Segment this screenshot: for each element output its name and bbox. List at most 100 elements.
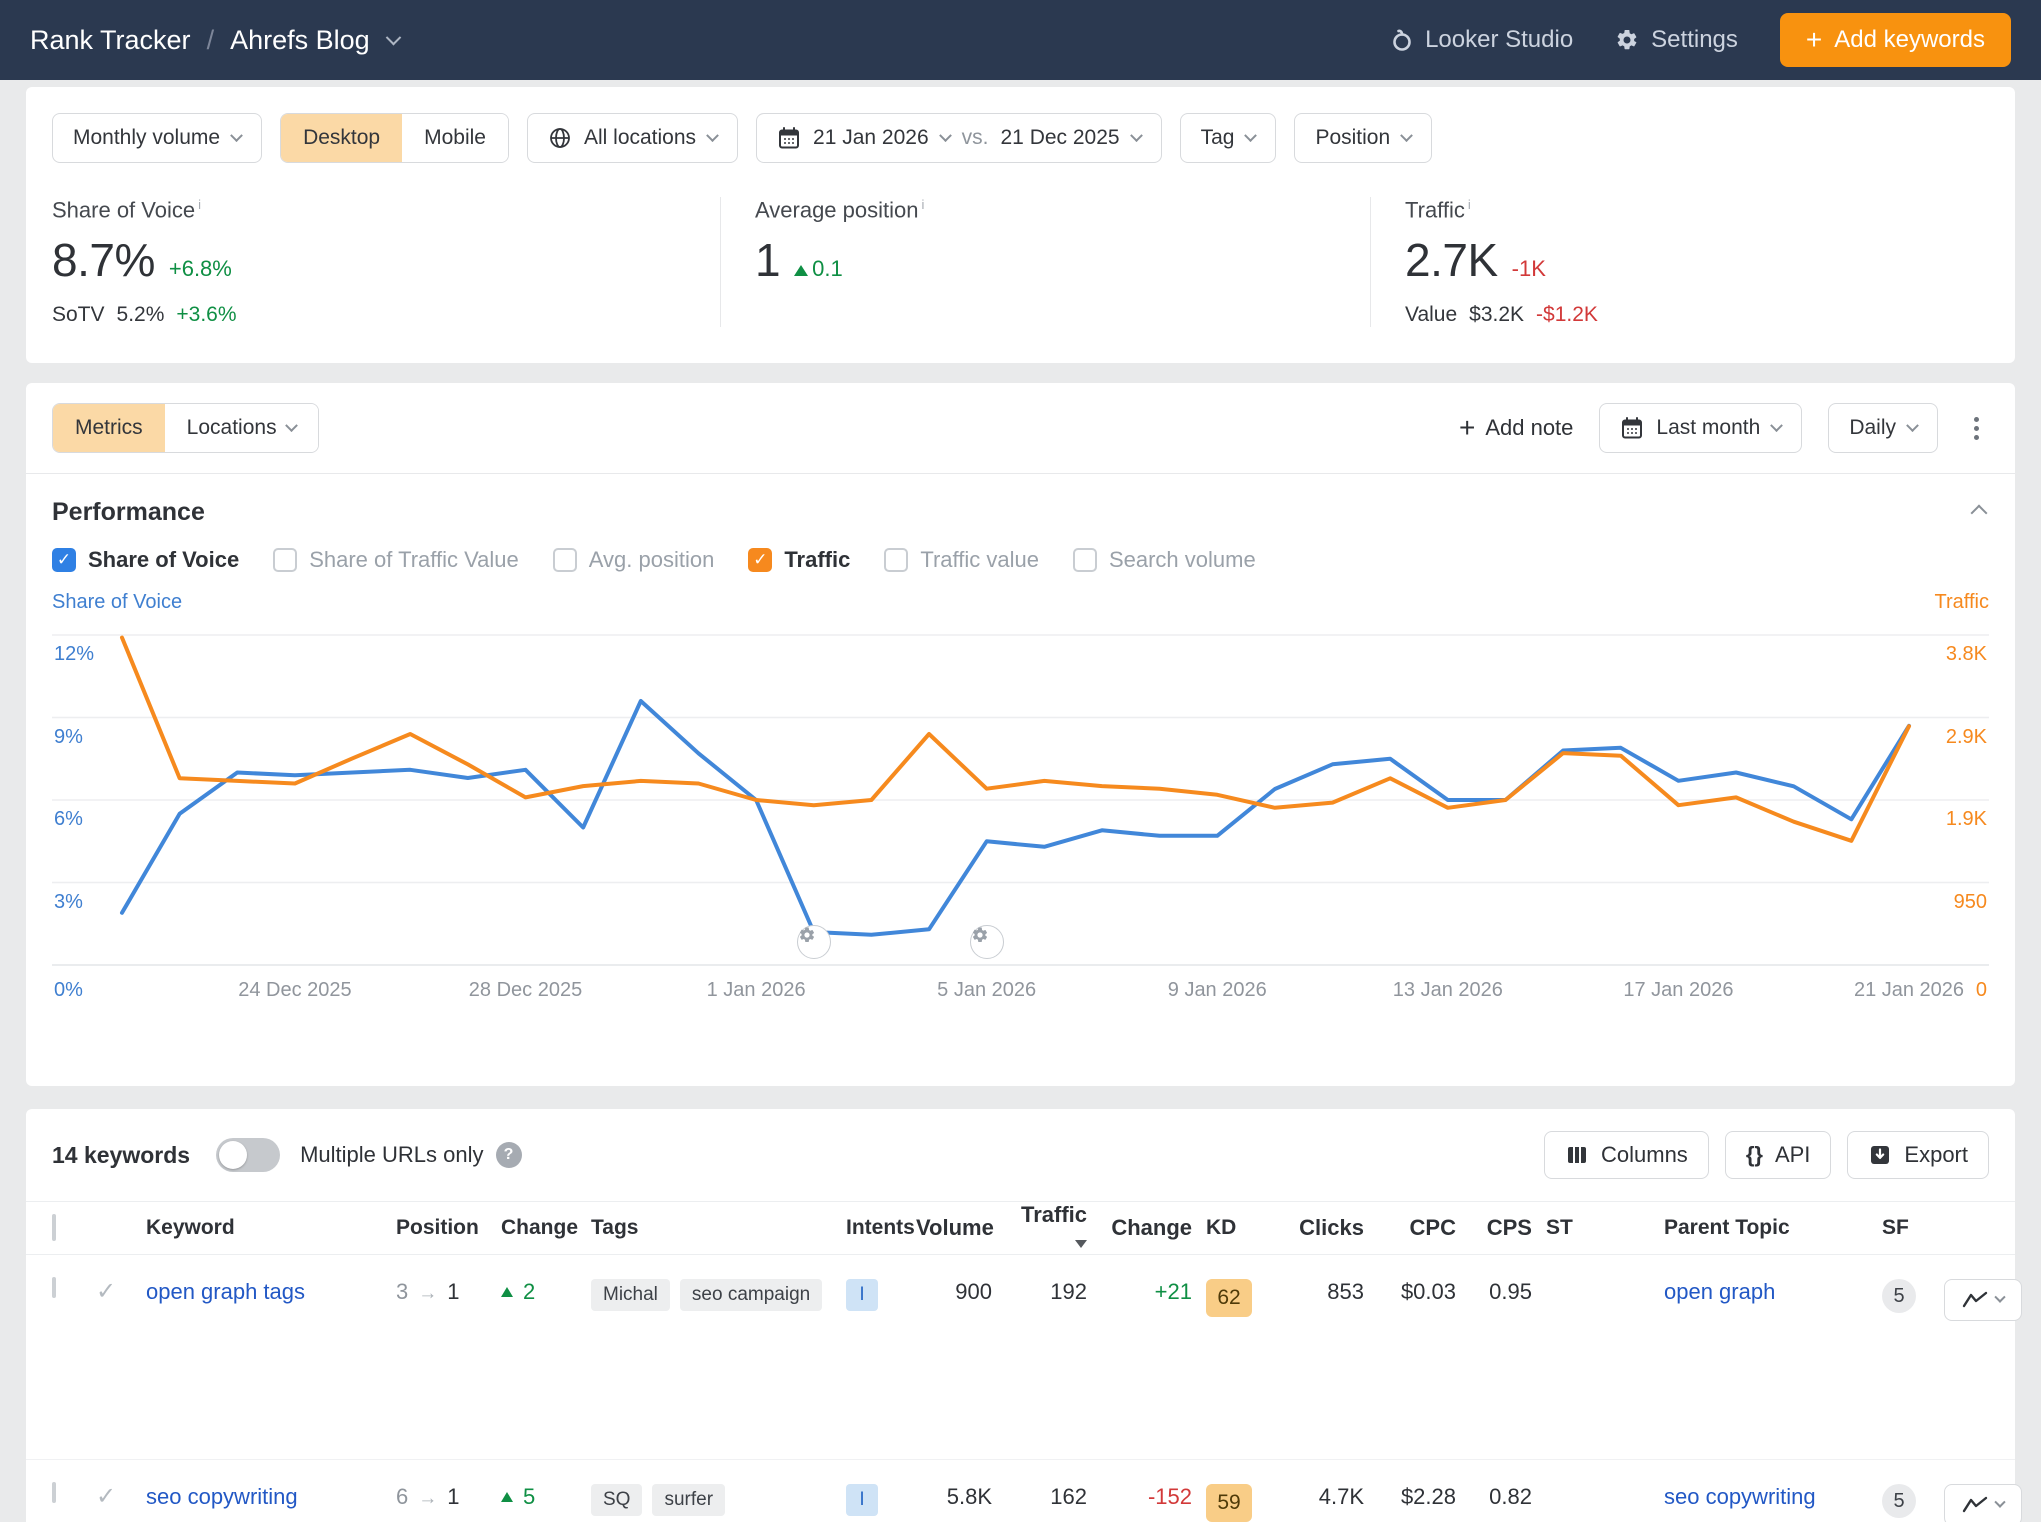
- project-name[interactable]: Ahrefs Blog: [230, 25, 370, 56]
- add-note-button[interactable]: + Add note: [1459, 412, 1573, 444]
- tag-chip[interactable]: surfer: [652, 1484, 725, 1516]
- left-axis-zero-tick: 0%: [54, 979, 83, 1002]
- device-tab-desktop[interactable]: Desktop: [281, 114, 402, 162]
- col-traffic-change[interactable]: Change: [1101, 1215, 1206, 1241]
- gear-icon: [1615, 28, 1639, 52]
- columns-button[interactable]: Columns: [1544, 1131, 1709, 1179]
- chevron-down-icon: [1770, 419, 1783, 432]
- select-all-checkbox[interactable]: [52, 1214, 56, 1241]
- add-keywords-button[interactable]: + Add keywords: [1780, 13, 2011, 67]
- position-dropdown[interactable]: Position: [1294, 113, 1432, 163]
- col-traffic[interactable]: Traffic: [1006, 1202, 1101, 1254]
- chart-panel: Metrics Locations + Add note Last month …: [26, 383, 2015, 1086]
- col-parent-topic[interactable]: Parent Topic: [1664, 1216, 1882, 1240]
- range-dropdown[interactable]: Last month: [1599, 403, 1802, 453]
- position-old: 3: [396, 1279, 408, 1305]
- parent-topic-link[interactable]: open graph: [1664, 1279, 1775, 1304]
- kd-badge: 59: [1206, 1484, 1252, 1522]
- info-icon[interactable]: i: [1468, 197, 1471, 212]
- traffic-change-value: -152: [1101, 1484, 1206, 1510]
- volume-dropdown[interactable]: Monthly volume: [52, 113, 262, 163]
- verified-check-icon: ✓: [96, 1279, 146, 1305]
- metric-checkboxes: ✓Share of Voice Share of Traffic Value A…: [26, 537, 2015, 587]
- checkbox-traffic[interactable]: ✓Traffic: [748, 547, 850, 573]
- x-axis-date-label: 28 Dec 2025: [469, 979, 582, 1002]
- locations-dropdown[interactable]: All locations: [527, 113, 738, 163]
- checkbox-traffic-value[interactable]: Traffic value: [884, 547, 1039, 573]
- parent-topic-link[interactable]: seo copywriting: [1664, 1484, 1816, 1509]
- checkbox-share-of-traffic-value[interactable]: Share of Traffic Value: [273, 547, 519, 573]
- info-icon[interactable]: i: [922, 197, 925, 212]
- arrow-right-icon: →: [418, 1283, 437, 1305]
- intent-badge[interactable]: I: [846, 1279, 878, 1311]
- serp-history-button[interactable]: [1944, 1484, 2022, 1522]
- col-cpc[interactable]: CPC: [1378, 1215, 1470, 1241]
- right-axis-zero-tick: 0: [1976, 979, 1987, 1002]
- tag-chip[interactable]: SQ: [591, 1484, 642, 1516]
- col-cps[interactable]: CPS: [1470, 1215, 1546, 1241]
- col-tags[interactable]: Tags: [591, 1216, 846, 1240]
- sparkline-icon: [1962, 1290, 1988, 1310]
- line-chart-plot[interactable]: 12%9%6%3%3.8K2.9K1.9K9500%024 Dec 202528…: [52, 620, 1989, 1068]
- tag-dropdown[interactable]: Tag: [1180, 113, 1277, 163]
- tab-locations[interactable]: Locations: [165, 404, 318, 452]
- col-keyword[interactable]: Keyword: [146, 1216, 396, 1240]
- col-volume[interactable]: Volume: [916, 1215, 1006, 1241]
- performance-title: Performance: [52, 498, 205, 527]
- settings-link[interactable]: Settings: [1615, 26, 1738, 54]
- x-axis-date-label: 17 Jan 2026: [1623, 979, 1733, 1002]
- granularity-dropdown[interactable]: Daily: [1828, 403, 1938, 453]
- metrics-toolbar: Metrics Locations + Add note Last month …: [26, 383, 2015, 474]
- checkbox-empty-icon: [273, 548, 297, 572]
- date-compare-picker[interactable]: 21 Jan 2026 vs. 21 Dec 2025: [756, 113, 1162, 163]
- breadcrumb: Rank Tracker / Ahrefs Blog: [30, 25, 399, 56]
- looker-studio-link[interactable]: Looker Studio: [1391, 26, 1573, 54]
- calendar-icon: [777, 126, 801, 150]
- toggle-knob: [219, 1141, 247, 1169]
- note-marker-icon[interactable]: [970, 925, 1004, 959]
- row-checkbox[interactable]: [52, 1482, 56, 1503]
- col-position[interactable]: Position: [396, 1216, 501, 1240]
- row-checkbox[interactable]: [52, 1277, 56, 1298]
- tag-chip[interactable]: seo campaign: [680, 1279, 822, 1311]
- topbar-actions: Looker Studio Settings + Add keywords: [1391, 13, 2011, 67]
- info-icon[interactable]: i: [198, 197, 201, 212]
- col-kd[interactable]: KD: [1206, 1216, 1278, 1240]
- sort-desc-icon: [1075, 1240, 1087, 1248]
- multiple-urls-toggle[interactable]: [216, 1138, 280, 1172]
- chevron-down-icon: [1400, 129, 1413, 142]
- checkbox-share-of-voice[interactable]: ✓Share of Voice: [52, 547, 239, 573]
- tag-chip[interactable]: Michal: [591, 1279, 670, 1311]
- sf-badge[interactable]: 5: [1882, 1279, 1916, 1313]
- col-clicks[interactable]: Clicks: [1278, 1215, 1378, 1241]
- col-intents[interactable]: Intents: [846, 1216, 916, 1240]
- keyword-link[interactable]: open graph tags: [146, 1279, 305, 1304]
- position-old: 6: [396, 1484, 408, 1510]
- keyword-link[interactable]: seo copywriting: [146, 1484, 298, 1509]
- help-icon[interactable]: ?: [496, 1142, 522, 1168]
- traffic-delta: -1K: [1512, 256, 1546, 282]
- chevron-down-icon: [285, 419, 298, 432]
- sf-badge[interactable]: 5: [1882, 1484, 1916, 1518]
- device-tab-mobile[interactable]: Mobile: [402, 114, 508, 162]
- note-marker-icon[interactable]: [797, 925, 831, 959]
- checkbox-avg-position[interactable]: Avg. position: [553, 547, 715, 573]
- chevron-down-icon[interactable]: [385, 29, 401, 45]
- tab-metrics[interactable]: Metrics: [53, 404, 165, 452]
- col-sf[interactable]: SF: [1882, 1216, 1944, 1240]
- serp-history-button[interactable]: [1944, 1279, 2022, 1321]
- sov-value: 8.7%: [52, 233, 155, 287]
- checkbox-empty-icon: [553, 548, 577, 572]
- app-title[interactable]: Rank Tracker: [30, 25, 191, 56]
- col-st[interactable]: ST: [1546, 1216, 1664, 1240]
- more-options-icon[interactable]: [1964, 411, 1989, 446]
- plus-icon: +: [1806, 30, 1822, 50]
- checkbox-search-volume[interactable]: Search volume: [1073, 547, 1256, 573]
- intent-badge[interactable]: I: [846, 1484, 878, 1516]
- api-button[interactable]: {} API: [1725, 1131, 1832, 1179]
- x-axis-date-label: 24 Dec 2025: [238, 979, 351, 1002]
- export-button[interactable]: Export: [1847, 1131, 1989, 1179]
- col-change[interactable]: Change: [501, 1216, 591, 1240]
- collapse-chevron-icon[interactable]: [1971, 504, 1988, 521]
- arrow-right-icon: →: [418, 1488, 437, 1510]
